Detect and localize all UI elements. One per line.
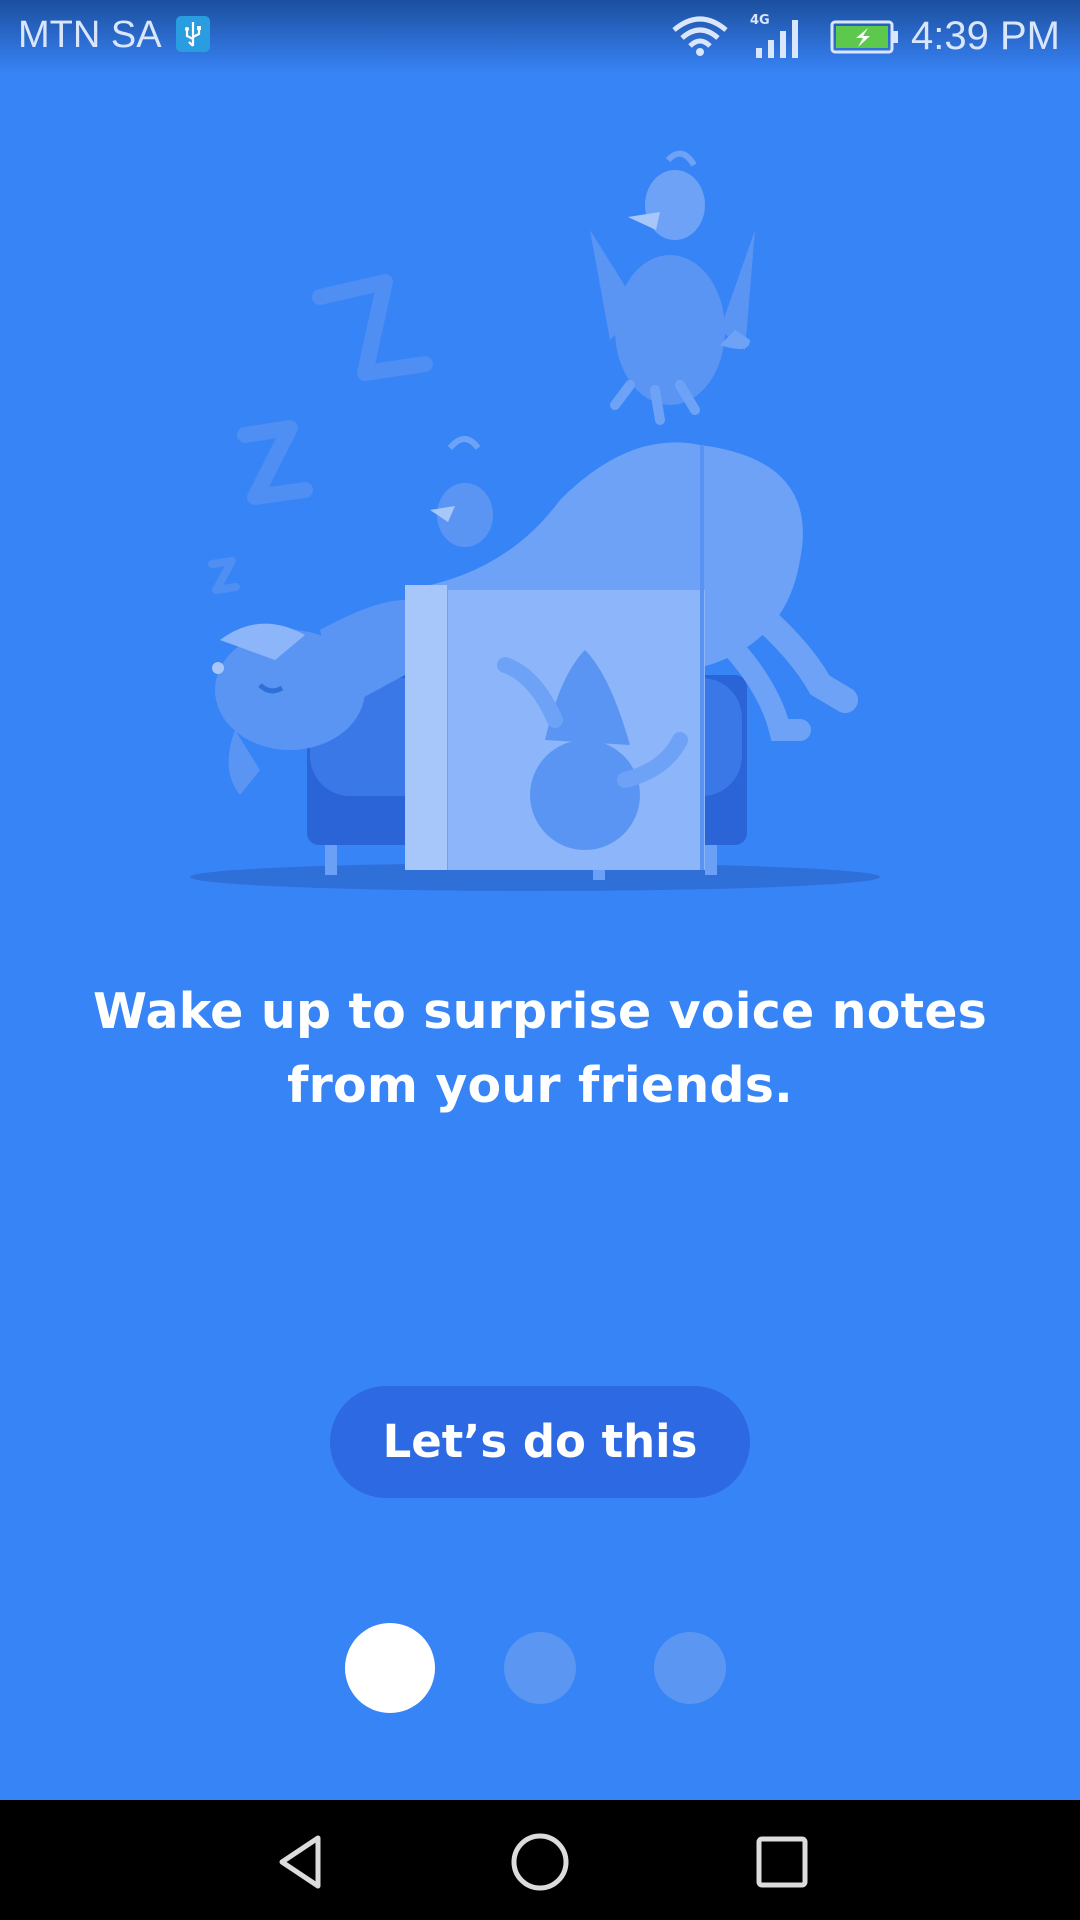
page-indicator bbox=[0, 1620, 1080, 1720]
network-type-label: 4G bbox=[750, 13, 770, 28]
cellular-signal-icon: 4G bbox=[748, 12, 808, 66]
onboarding-headline: Wake up to surprise voice notes from you… bbox=[92, 983, 988, 1114]
status-bar: MTN SA 4G 4:39 PM bbox=[0, 0, 1080, 74]
sleeping-birds-on-couch-illustration bbox=[160, 130, 920, 910]
lets-do-this-button[interactable]: Let’s do this bbox=[330, 1386, 750, 1498]
back-icon[interactable] bbox=[270, 1832, 330, 1896]
home-icon[interactable] bbox=[510, 1832, 570, 1896]
recents-icon[interactable] bbox=[752, 1832, 812, 1896]
battery-charging-icon bbox=[830, 20, 900, 58]
page-dot-active[interactable] bbox=[345, 1623, 435, 1713]
system-nav-bar bbox=[0, 1800, 1080, 1920]
page-dot[interactable] bbox=[504, 1632, 576, 1704]
sleep-z-icon bbox=[208, 274, 433, 594]
page-dot[interactable] bbox=[654, 1632, 726, 1704]
wifi-icon bbox=[670, 14, 730, 62]
clock: 4:39 PM bbox=[911, 14, 1060, 58]
